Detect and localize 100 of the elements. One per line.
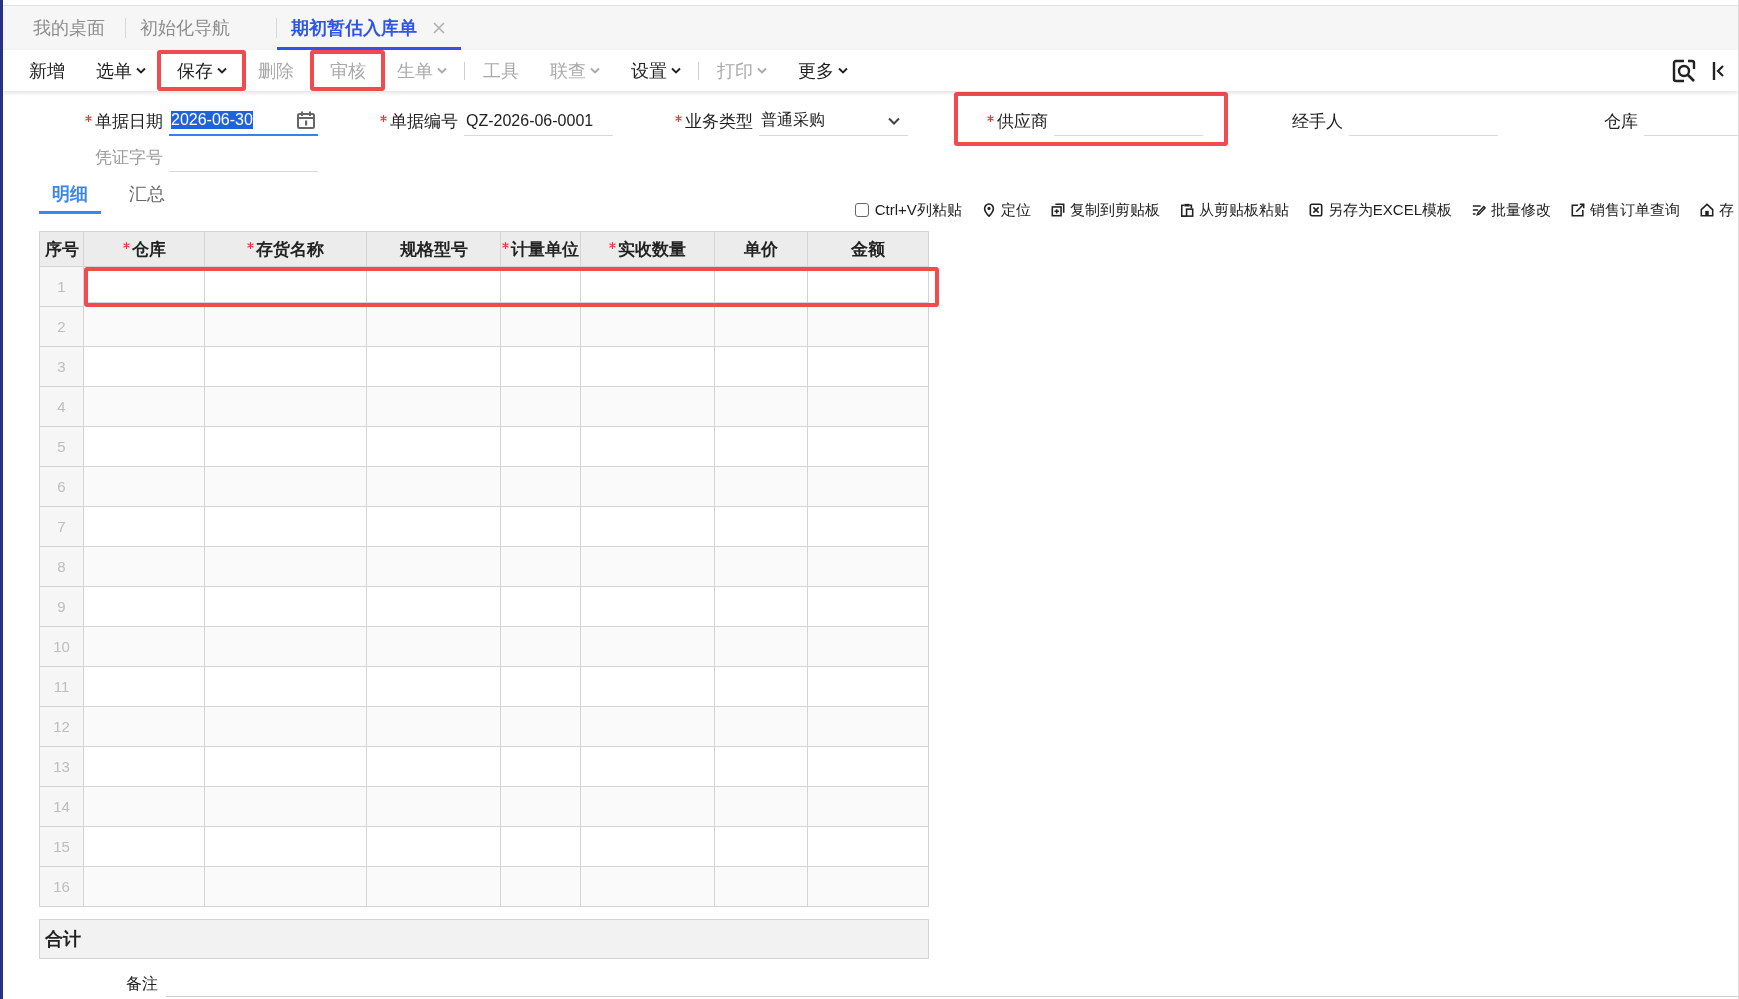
- entry-cell[interactable]: [84, 347, 205, 387]
- entry-cell[interactable]: [88, 271, 205, 303]
- entry-cell[interactable]: [581, 707, 715, 747]
- entry-cell[interactable]: [205, 547, 367, 587]
- calendar-icon[interactable]: [296, 110, 316, 130]
- entry-cell[interactable]: [84, 387, 205, 427]
- entry-cell[interactable]: [581, 427, 715, 467]
- entry-cell[interactable]: [808, 827, 929, 867]
- entry-cell[interactable]: [808, 867, 929, 907]
- entry-cell[interactable]: [501, 347, 581, 387]
- table-action-button[interactable]: 另存为EXCEL模板: [1308, 200, 1452, 220]
- entry-cell[interactable]: [367, 427, 501, 467]
- entry-cell[interactable]: [367, 507, 501, 547]
- entry-cell[interactable]: [501, 827, 581, 867]
- entry-cell[interactable]: [581, 587, 715, 627]
- entry-cell[interactable]: [205, 347, 367, 387]
- entry-cell[interactable]: [367, 271, 501, 303]
- entry-cell[interactable]: [367, 747, 501, 787]
- entry-cell[interactable]: [84, 747, 205, 787]
- table-action-button[interactable]: 复制到剪贴板: [1050, 200, 1160, 220]
- entry-cell[interactable]: [205, 867, 367, 907]
- table-action-button[interactable]: 从剪贴板粘贴: [1179, 200, 1289, 220]
- checkbox[interactable]: [854, 203, 869, 217]
- entry-cell[interactable]: [581, 667, 715, 707]
- entry-cell[interactable]: [367, 707, 501, 747]
- entry-cell[interactable]: [715, 787, 808, 827]
- entry-cell[interactable]: [501, 627, 581, 667]
- entry-cell[interactable]: [501, 787, 581, 827]
- entry-cell[interactable]: [715, 627, 808, 667]
- entry-cell[interactable]: [205, 787, 367, 827]
- entry-cell[interactable]: [367, 867, 501, 907]
- entry-cell[interactable]: [501, 587, 581, 627]
- entry-cell[interactable]: [808, 547, 929, 587]
- entry-cell[interactable]: [715, 387, 808, 427]
- entry-cell[interactable]: [205, 427, 367, 467]
- toolbar-button[interactable]: 更多: [782, 54, 863, 87]
- table-action-button[interactable]: 销售订单查询: [1571, 200, 1680, 220]
- entry-cell[interactable]: [205, 387, 367, 427]
- entry-cell[interactable]: [501, 747, 581, 787]
- entry-cell[interactable]: [367, 467, 501, 507]
- entry-cell[interactable]: [205, 271, 367, 303]
- entry-cell[interactable]: [808, 467, 929, 507]
- entry-cell[interactable]: [808, 787, 929, 827]
- entry-cell[interactable]: [367, 667, 501, 707]
- entry-cell[interactable]: [808, 347, 929, 387]
- entry-cell[interactable]: [715, 747, 808, 787]
- entry-cell[interactable]: [205, 587, 367, 627]
- entry-cell[interactable]: [581, 827, 715, 867]
- table-action-button[interactable]: 批量修改: [1472, 200, 1551, 220]
- entry-cell[interactable]: [581, 867, 715, 907]
- entry-cell[interactable]: [501, 387, 581, 427]
- entry-cell[interactable]: [808, 307, 929, 347]
- entry-cell[interactable]: [367, 827, 501, 867]
- entry-cell[interactable]: [581, 747, 715, 787]
- toolbar-button[interactable]: 新增: [13, 54, 80, 87]
- entry-cell[interactable]: [581, 507, 715, 547]
- toolbar-button[interactable]: 设置: [615, 54, 696, 87]
- entry-cell[interactable]: [84, 707, 205, 747]
- entry-cell[interactable]: [84, 587, 205, 627]
- entry-cell[interactable]: [84, 787, 205, 827]
- entry-cell[interactable]: [367, 627, 501, 667]
- entry-cell[interactable]: [205, 827, 367, 867]
- entry-cell[interactable]: [367, 347, 501, 387]
- entry-cell[interactable]: [367, 307, 501, 347]
- entry-cell[interactable]: [205, 627, 367, 667]
- table-action-button[interactable]: 存: [1700, 200, 1734, 220]
- entry-cell[interactable]: [715, 307, 808, 347]
- chevron-bar-icon[interactable]: [1712, 60, 1724, 81]
- table-action-button[interactable]: 定位: [981, 200, 1031, 220]
- entry-cell[interactable]: [501, 271, 581, 303]
- entry-cell[interactable]: [501, 467, 581, 507]
- entry-cell[interactable]: [84, 867, 205, 907]
- entry-cell[interactable]: [581, 547, 715, 587]
- tab[interactable]: 汇总: [116, 177, 178, 214]
- entry-cell[interactable]: [501, 547, 581, 587]
- entry-cell[interactable]: [581, 347, 715, 387]
- close-icon[interactable]: [433, 22, 445, 34]
- entry-cell[interactable]: [808, 707, 929, 747]
- entry-cell[interactable]: [501, 507, 581, 547]
- search-icon[interactable]: [1672, 58, 1696, 83]
- checkbox-label[interactable]: Ctrl+V列粘贴: [874, 200, 962, 220]
- entry-cell[interactable]: [205, 307, 367, 347]
- entry-cell[interactable]: [84, 627, 205, 667]
- entry-cell[interactable]: [84, 427, 205, 467]
- input-field[interactable]: QZ-2026-06-0001: [464, 106, 613, 136]
- entry-cell[interactable]: [84, 827, 205, 867]
- entry-cell[interactable]: [367, 387, 501, 427]
- entry-cell[interactable]: [84, 667, 205, 707]
- entry-cell[interactable]: [808, 667, 929, 707]
- entry-cell[interactable]: [808, 387, 929, 427]
- entry-cell[interactable]: [715, 587, 808, 627]
- entry-cell[interactable]: [715, 271, 808, 303]
- entry-cell[interactable]: [84, 467, 205, 507]
- entry-cell[interactable]: [808, 627, 929, 667]
- entry-cell[interactable]: [715, 827, 808, 867]
- entry-cell[interactable]: [715, 507, 808, 547]
- entry-cell[interactable]: [715, 347, 808, 387]
- entry-cell[interactable]: [205, 667, 367, 707]
- entry-cell[interactable]: [205, 507, 367, 547]
- entry-cell[interactable]: [581, 387, 715, 427]
